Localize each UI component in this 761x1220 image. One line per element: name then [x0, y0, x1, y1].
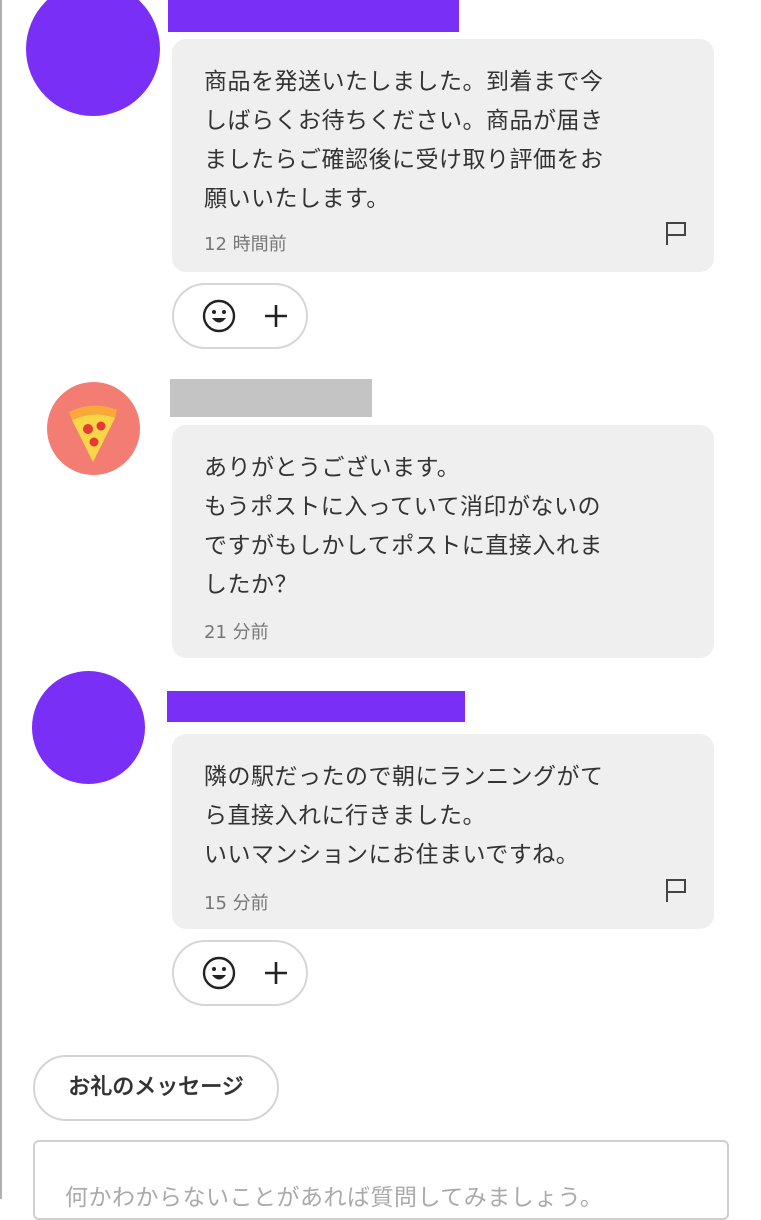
thanks-message-button[interactable]: お礼のメッセージ: [33, 1055, 279, 1121]
page-left-border: [0, 0, 2, 1199]
message-bubble: ありがとうございます。 もうポストに入っていて消印がないの ですがもしかしてポス…: [172, 425, 714, 658]
plus-icon: [265, 962, 287, 984]
seller-avatar[interactable]: [26, 0, 160, 116]
message-text: 商品を発送いたしました。到着まで今 しばらくお待ちください。商品が届き ましたら…: [204, 69, 604, 212]
seller-name-redacted[interactable]: [167, 691, 465, 722]
flag-icon[interactable]: [664, 220, 688, 246]
comment-input-placeholder: 何かわからないことがあれば質問してみましょう。: [65, 1185, 604, 1211]
comment-input[interactable]: 何かわからないことがあれば質問してみましょう。: [33, 1140, 729, 1220]
seller-name-redacted[interactable]: [168, 0, 459, 32]
message-timestamp: 21 分前: [204, 622, 269, 643]
message-bubble: 隣の駅だったので朝にランニングがて ら直接入れに行きました。 いいマンションにお…: [172, 734, 714, 929]
message-timestamp: 12 時間前: [204, 234, 287, 255]
message-timestamp: 15 分前: [204, 893, 269, 914]
message-text: ありがとうございます。 もうポストに入っていて消印がないの ですがもしかしてポス…: [204, 455, 603, 598]
message-bubble: 商品を発送いたしました。到着まで今 しばらくお待ちください。商品が届き ましたら…: [172, 39, 714, 272]
buyer-name-redacted[interactable]: [170, 379, 372, 417]
smile-icon: [202, 299, 236, 333]
flag-icon[interactable]: [664, 877, 688, 903]
reaction-button[interactable]: [172, 940, 308, 1006]
smile-icon: [202, 956, 236, 990]
pizza-icon: [69, 405, 117, 462]
message-text: 隣の駅だったので朝にランニングがて ら直接入れに行きました。 いいマンションにお…: [204, 764, 604, 868]
buyer-avatar[interactable]: [47, 382, 140, 475]
reaction-button[interactable]: [172, 283, 308, 349]
seller-avatar[interactable]: [32, 671, 145, 784]
plus-icon: [265, 305, 287, 327]
